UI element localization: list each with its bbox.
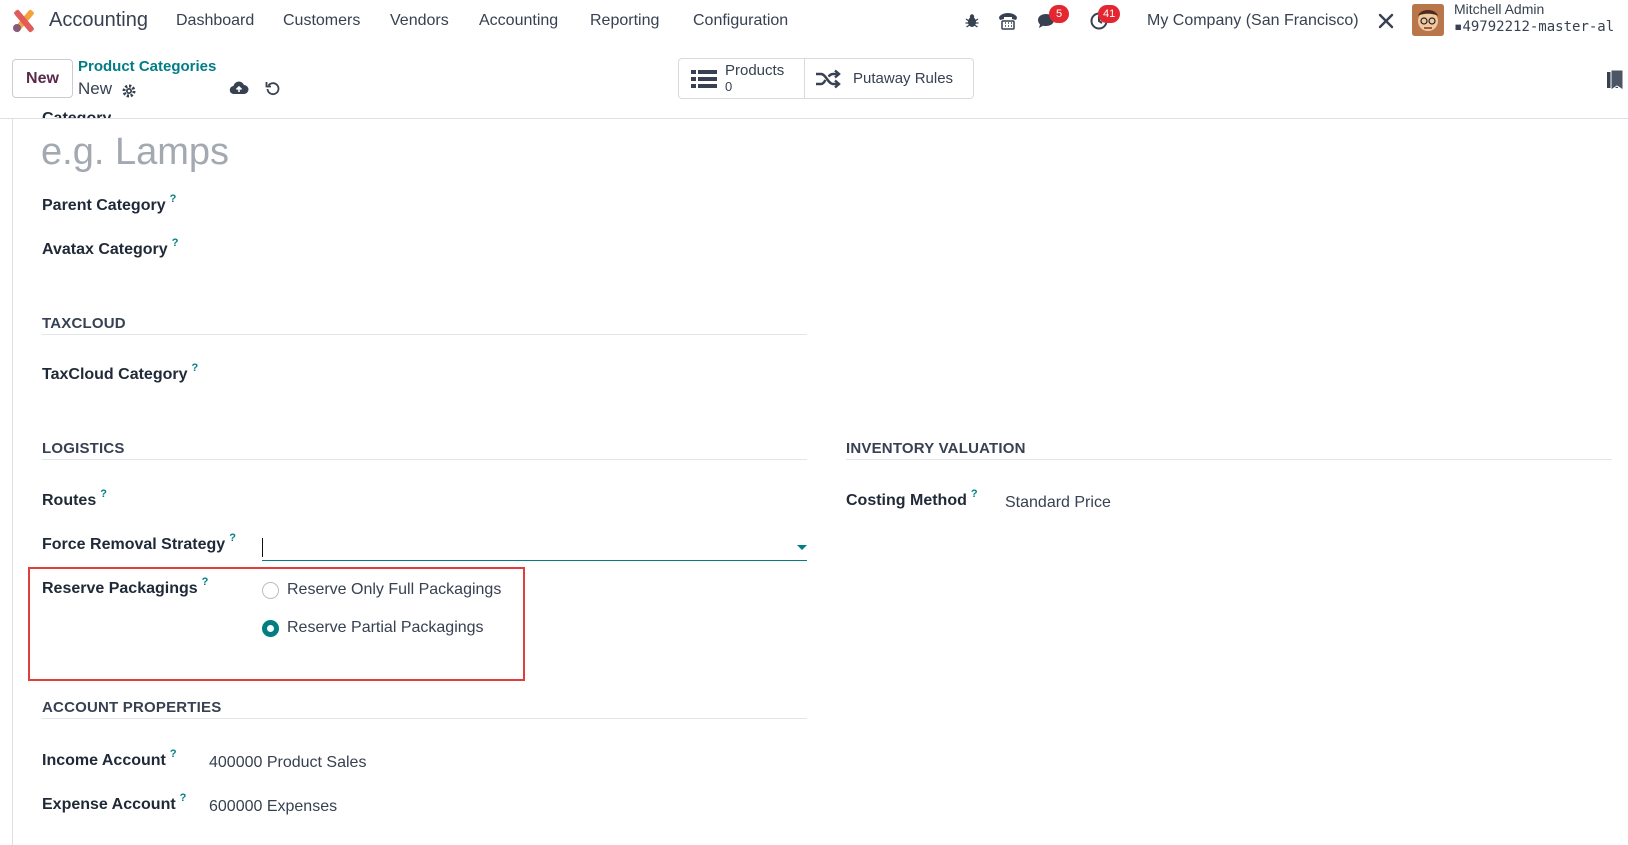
- category-label: Category: [42, 106, 111, 118]
- menu-vendors[interactable]: Vendors: [390, 12, 449, 30]
- income-account-value[interactable]: 400000 Product Sales: [209, 754, 366, 772]
- user-name[interactable]: Mitchell Admin: [1454, 1, 1544, 17]
- force-removal-strategy-label: Force Removal Strategy?: [42, 532, 236, 553]
- database-label: 49792212-master-al: [1462, 19, 1615, 35]
- form-sheet-border: [12, 119, 13, 845]
- help-tooltip-icon[interactable]: ?: [192, 362, 199, 374]
- app-name[interactable]: Accounting: [49, 9, 148, 32]
- help-tooltip-icon[interactable]: ?: [170, 193, 177, 205]
- dropdown-arrow-icon[interactable]: [797, 545, 807, 550]
- account-properties-section-title: ACCOUNT PROPERTIES: [42, 699, 222, 716]
- help-tooltip-icon[interactable]: ?: [100, 488, 107, 500]
- costing-method-label: Costing Method?: [846, 488, 978, 509]
- phone-icon[interactable]: [996, 9, 1020, 33]
- help-tooltip-icon[interactable]: ?: [180, 792, 187, 804]
- discard-undo-icon[interactable]: [262, 77, 284, 99]
- section-divider: [846, 459, 1612, 460]
- shuffle-icon: [815, 69, 841, 89]
- menu-configuration[interactable]: Configuration: [693, 12, 788, 30]
- menu-reporting[interactable]: Reporting: [590, 12, 659, 30]
- help-tooltip-icon[interactable]: ?: [172, 237, 179, 249]
- menu-accounting[interactable]: Accounting: [479, 12, 558, 30]
- breadcrumb-current: New: [78, 79, 113, 98]
- bookmark-icon[interactable]: [1607, 69, 1624, 95]
- activities-badge: 41: [1098, 5, 1121, 23]
- gear-icon[interactable]: [118, 80, 140, 102]
- company-switcher[interactable]: My Company (San Francisco): [1147, 12, 1359, 30]
- products-smart-count: 0: [725, 78, 733, 94]
- routes-label: Routes?: [42, 488, 107, 509]
- menu-customers[interactable]: Customers: [283, 12, 360, 30]
- putaway-rules-label: Putaway Rules: [853, 70, 954, 87]
- category-name-input[interactable]: e.g. Lamps: [41, 131, 229, 174]
- expense-account-label: Expense Account?: [42, 792, 187, 813]
- app-logo-icon[interactable]: [10, 7, 38, 35]
- parent-category-label: Parent Category?: [42, 193, 177, 214]
- force-removal-strategy-select[interactable]: [262, 531, 807, 561]
- menu-dashboard[interactable]: Dashboard: [176, 12, 254, 30]
- messages-badge: 5: [1049, 5, 1069, 23]
- inventory-valuation-section-title: INVENTORY VALUATION: [846, 440, 1026, 457]
- highlight-box: [28, 567, 525, 681]
- section-divider: [42, 334, 807, 335]
- new-button[interactable]: New: [12, 59, 73, 98]
- bug-icon[interactable]: [960, 9, 984, 33]
- expense-account-value[interactable]: 600000 Expenses: [209, 798, 337, 816]
- tools-icon[interactable]: [1374, 9, 1398, 33]
- avatar[interactable]: [1412, 4, 1444, 36]
- avatax-category-label: Avatax Category?: [42, 237, 179, 258]
- products-smart-button[interactable]: Products 0: [678, 58, 805, 99]
- logistics-section-title: LOGISTICS: [42, 440, 125, 457]
- putaway-rules-smart-button[interactable]: Putaway Rules: [805, 58, 974, 99]
- income-account-label: Income Account?: [42, 748, 177, 769]
- database-name: ▪49792212-master-al: [1454, 19, 1628, 35]
- control-panel-divider: [0, 118, 1628, 119]
- help-tooltip-icon[interactable]: ?: [971, 488, 978, 500]
- list-icon: [691, 68, 717, 90]
- section-divider: [42, 718, 807, 719]
- main-navbar: Accounting Dashboard Customers Vendors A…: [0, 0, 1628, 42]
- costing-method-value[interactable]: Standard Price: [1005, 494, 1111, 512]
- section-divider: [42, 459, 807, 460]
- save-cloud-icon[interactable]: [228, 77, 250, 99]
- taxcloud-section-title: TAXCLOUD: [42, 315, 126, 332]
- text-cursor: [262, 538, 263, 557]
- breadcrumb-parent[interactable]: Product Categories: [78, 58, 216, 75]
- taxcloud-category-label: TaxCloud Category?: [42, 362, 199, 383]
- help-tooltip-icon[interactable]: ?: [170, 748, 177, 760]
- products-smart-label: Products: [725, 61, 785, 79]
- help-tooltip-icon[interactable]: ?: [229, 532, 236, 544]
